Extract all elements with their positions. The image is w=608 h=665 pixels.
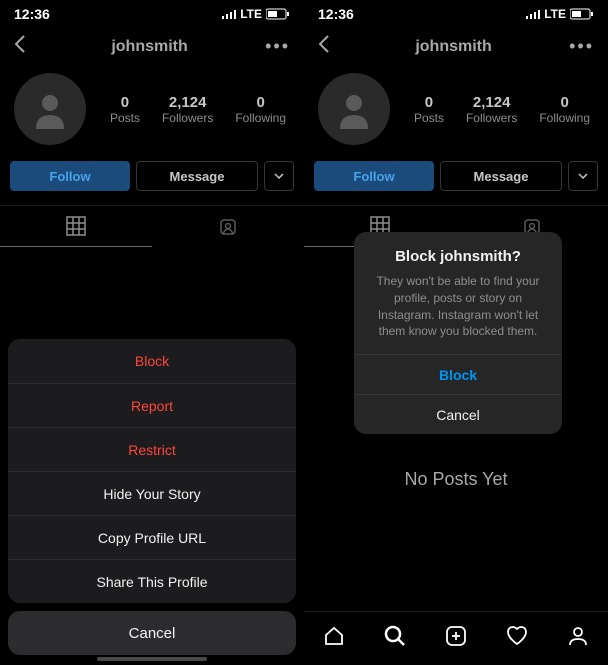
stats: 0Posts 2,124Followers 0Following: [106, 94, 290, 125]
sheet-hide-story[interactable]: Hide Your Story: [8, 471, 296, 515]
status-time: 12:36: [318, 6, 354, 22]
dialog-block-button[interactable]: Block: [354, 354, 562, 394]
status-time: 12:36: [14, 6, 50, 22]
suggestions-button[interactable]: [264, 161, 294, 191]
sheet-copy-url[interactable]: Copy Profile URL: [8, 515, 296, 559]
nav-activity-icon[interactable]: [505, 624, 529, 648]
battery-icon: [570, 8, 594, 20]
bottom-nav: [304, 611, 608, 665]
block-dialog: Block johnsmith? They won't be able to f…: [354, 232, 562, 434]
network-label: LTE: [240, 7, 262, 21]
nav-create-icon[interactable]: [444, 624, 468, 648]
suggestions-button[interactable]: [568, 161, 598, 191]
action-row: Follow Message: [304, 161, 608, 205]
stats: 0Posts 2,124Followers 0Following: [410, 94, 594, 125]
tab-tagged[interactable]: [152, 206, 304, 247]
sheet-cancel[interactable]: Cancel: [8, 611, 296, 655]
back-icon[interactable]: [318, 34, 338, 59]
dialog-cancel-button[interactable]: Cancel: [354, 394, 562, 434]
battery-icon: [266, 8, 290, 20]
nav-profile-icon[interactable]: [566, 624, 590, 648]
signal-icon: [222, 9, 236, 19]
avatar[interactable]: [318, 73, 390, 145]
signal-icon: [526, 9, 540, 19]
network-label: LTE: [544, 7, 566, 21]
more-icon[interactable]: •••: [569, 36, 594, 57]
screen-right: 12:36 LTE johnsmith ••• 0Posts 2,124Foll…: [304, 0, 608, 665]
stat-posts[interactable]: 0Posts: [110, 94, 140, 125]
message-button[interactable]: Message: [440, 161, 562, 191]
status-right: LTE: [526, 7, 594, 21]
action-row: Follow Message: [0, 161, 304, 205]
page-title: johnsmith: [415, 38, 491, 56]
profile-row: 0Posts 2,124Followers 0Following: [304, 67, 608, 161]
back-icon[interactable]: [14, 34, 34, 59]
sheet-report[interactable]: Report: [8, 383, 296, 427]
stat-following[interactable]: 0Following: [539, 94, 590, 125]
stat-following[interactable]: 0Following: [235, 94, 286, 125]
follow-button[interactable]: Follow: [10, 161, 130, 191]
empty-state: No Posts Yet: [304, 469, 608, 490]
follow-button[interactable]: Follow: [314, 161, 434, 191]
screen-left: 12:36 LTE johnsmith ••• 0Posts 2,124Foll…: [0, 0, 304, 665]
nav-bar: johnsmith •••: [0, 26, 304, 67]
status-bar: 12:36 LTE: [0, 0, 304, 26]
tab-grid[interactable]: [0, 206, 152, 247]
sheet-restrict[interactable]: Restrict: [8, 427, 296, 471]
page-title: johnsmith: [111, 38, 187, 56]
sheet-group: Block Report Restrict Hide Your Story Co…: [8, 339, 296, 603]
home-indicator[interactable]: [97, 657, 207, 661]
dialog-title: Block johnsmith?: [368, 248, 548, 265]
message-button[interactable]: Message: [136, 161, 258, 191]
status-right: LTE: [222, 7, 290, 21]
sheet-share-profile[interactable]: Share This Profile: [8, 559, 296, 603]
nav-bar: johnsmith •••: [304, 26, 608, 67]
sheet-block[interactable]: Block: [8, 339, 296, 383]
nav-home-icon[interactable]: [322, 624, 346, 648]
profile-row: 0Posts 2,124Followers 0Following: [0, 67, 304, 161]
stat-followers[interactable]: 2,124Followers: [162, 94, 213, 125]
stat-followers[interactable]: 2,124Followers: [466, 94, 517, 125]
action-sheet: Block Report Restrict Hide Your Story Co…: [8, 339, 296, 655]
dialog-body: They won't be able to find your profile,…: [368, 273, 548, 340]
profile-tabs: [0, 205, 304, 247]
stat-posts[interactable]: 0Posts: [414, 94, 444, 125]
more-icon[interactable]: •••: [265, 36, 290, 57]
avatar[interactable]: [14, 73, 86, 145]
nav-search-icon[interactable]: [383, 624, 407, 648]
status-bar: 12:36 LTE: [304, 0, 608, 26]
